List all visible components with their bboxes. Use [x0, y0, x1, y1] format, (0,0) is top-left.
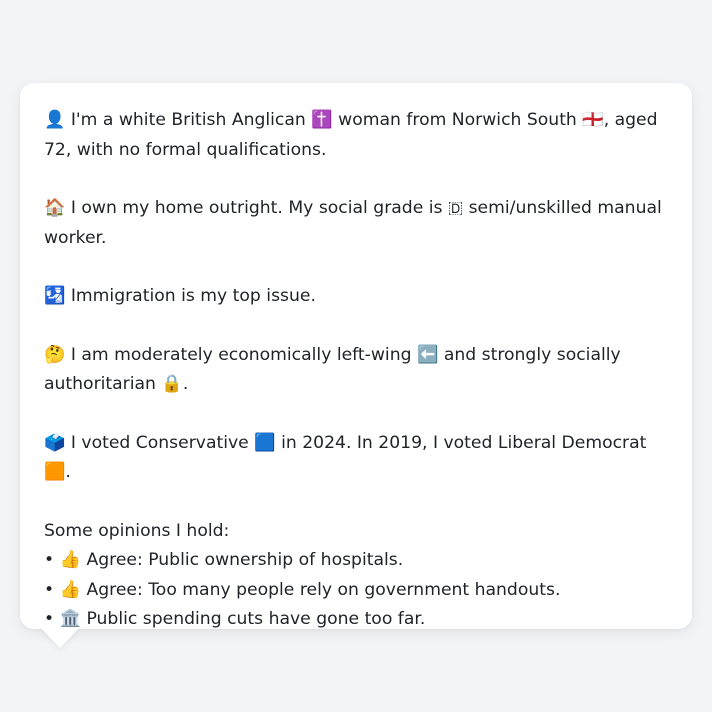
opinions-list: • 👍 Agree: Public ownership of hospitals…: [44, 546, 668, 635]
identity-paragraph: 👤 I'm a white British Anglican ✝️ woman …: [44, 110, 658, 160]
voting-history-paragraph: 🗳️ I voted Conservative 🟦 in 2024. In 20…: [44, 432, 647, 483]
opinion-item: • 👍 Agree: Public ownership of hospitals…: [44, 550, 404, 570]
persona-message-bubble: 👤 I'm a white British Anglican ✝️ woman …: [20, 83, 692, 629]
opinions-heading: Some opinions I hold:: [44, 520, 230, 541]
top-issue-paragraph: 🛂 Immigration is my top issue.: [44, 286, 316, 306]
ideology-paragraph: 🤔 I am moderately economically left-wing…: [44, 344, 621, 395]
housing-paragraph: 🏠 I own my home outright. My social grad…: [44, 198, 662, 248]
opinion-item: • 👍 Agree: Too many people rely on gover…: [44, 579, 561, 600]
opinions-section: Some opinions I hold: • 👍 Agree: Public …: [44, 517, 668, 635]
opinion-item: • 🏛️ Public spending cuts have gone too …: [44, 609, 426, 629]
bubble-tail: [40, 627, 80, 648]
